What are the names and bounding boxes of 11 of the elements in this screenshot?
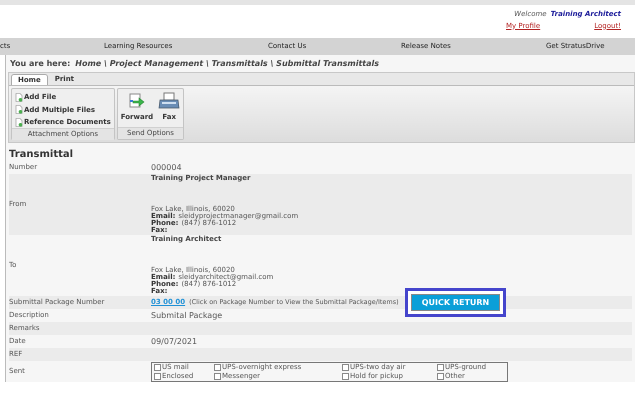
document-icon	[15, 118, 23, 127]
breadcrumb-path: Home \ Project Management \ Transmittals \ Submittal Transmittals	[75, 58, 380, 70]
document-icon	[15, 105, 23, 114]
forward-icon	[128, 92, 146, 110]
document-icon	[15, 92, 23, 102]
field-value: 000004	[151, 162, 182, 172]
field-value: 09/07/2021	[151, 336, 198, 346]
field-value: Submital Package	[151, 310, 222, 320]
breadcrumb-label: You are here:	[10, 58, 70, 70]
section-title: Transmittal	[9, 148, 74, 161]
fax-icon	[158, 92, 180, 110]
